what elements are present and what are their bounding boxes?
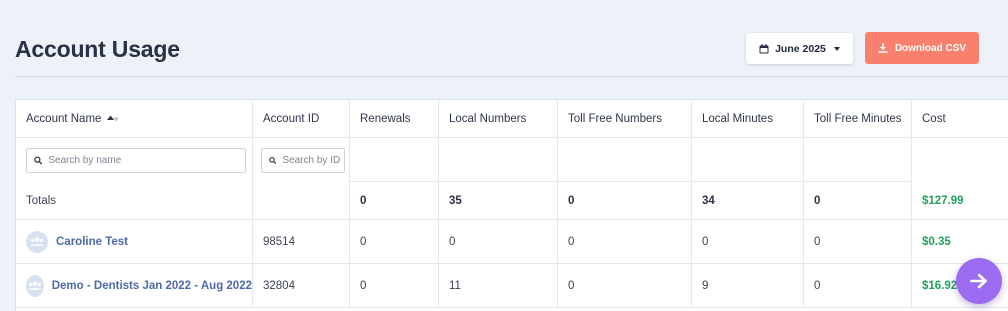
toll-free-numbers-value: 0 xyxy=(558,220,692,264)
table-row: Caroline Test xyxy=(16,220,253,264)
totals-toll-free-numbers: 0 xyxy=(558,182,692,220)
sort-icon[interactable] xyxy=(107,114,120,124)
download-csv-label: Download CSV xyxy=(894,42,967,54)
column-header-local-minutes[interactable]: Local Minutes xyxy=(692,100,804,138)
table-row: Demo - Dentists Jan 2022 - Aug 2022 xyxy=(16,264,253,308)
filter-cell-empty xyxy=(350,138,439,182)
users-icon xyxy=(30,236,44,246)
local-numbers-value: 11 xyxy=(439,264,558,308)
column-header-cost[interactable]: Cost xyxy=(912,100,1008,138)
search-by-id-field[interactable] xyxy=(261,147,345,173)
month-selector-button[interactable]: June 2025 xyxy=(746,33,853,64)
local-numbers-value: 0 xyxy=(439,220,558,264)
name-filter-cell xyxy=(16,138,253,182)
column-header-label: Local Numbers xyxy=(449,112,527,125)
search-by-name-field[interactable] xyxy=(26,147,246,173)
search-by-name-input[interactable] xyxy=(48,154,245,166)
totals-local-numbers: 35 xyxy=(439,182,558,220)
next-floating-button[interactable] xyxy=(956,258,1002,304)
totals-toll-free-minutes: 0 xyxy=(804,182,912,220)
filter-cell-empty xyxy=(692,138,804,182)
download-icon xyxy=(878,43,888,53)
month-selector-label: June 2025 xyxy=(775,42,826,55)
totals-label: Totals xyxy=(26,194,57,207)
account-id: 32804 xyxy=(253,264,350,308)
avatar xyxy=(26,230,48,253)
totals-label-cell: Totals xyxy=(16,182,253,220)
column-header-label: Account Name xyxy=(26,112,102,125)
filter-cell-empty xyxy=(439,138,558,182)
totals-renewals: 0 xyxy=(350,182,439,220)
chevron-down-icon xyxy=(833,46,840,51)
column-header-label: Toll Free Numbers xyxy=(568,112,662,125)
renewals-value: 0 xyxy=(350,264,439,308)
toll-free-numbers-value: 0 xyxy=(558,264,692,308)
avatar xyxy=(26,274,44,297)
arrow-right-icon xyxy=(970,273,987,289)
local-minutes-value: 0 xyxy=(692,220,804,264)
column-header-label: Account ID xyxy=(263,112,320,125)
account-name-link[interactable]: Caroline Test xyxy=(56,236,128,248)
page-title: Account Usage xyxy=(15,36,180,62)
totals-id-cell xyxy=(253,182,350,220)
column-header-label: Toll Free Minutes xyxy=(814,112,902,125)
filter-cell-empty xyxy=(804,138,912,182)
totals-cost: $127.99 xyxy=(912,182,1008,220)
column-header-local-numbers[interactable]: Local Numbers xyxy=(439,100,558,138)
calendar-icon xyxy=(759,43,769,53)
title-divider xyxy=(15,76,1008,77)
download-csv-button[interactable]: Download CSV xyxy=(865,32,979,64)
filter-cell-empty xyxy=(558,138,692,182)
column-header-account-name[interactable]: Account Name xyxy=(16,100,253,138)
column-header-toll-free-numbers[interactable]: Toll Free Numbers xyxy=(558,100,692,138)
local-minutes-value: 9 xyxy=(692,264,804,308)
renewals-value: 0 xyxy=(350,220,439,264)
column-header-toll-free-minutes[interactable]: Toll Free Minutes xyxy=(804,100,912,138)
account-name-link[interactable]: Demo - Dentists Jan 2022 - Aug 2022 xyxy=(52,280,252,292)
toll-free-minutes-value: 0 xyxy=(804,220,912,264)
id-filter-cell xyxy=(253,138,350,182)
users-icon xyxy=(28,280,42,290)
cost-value: $0.35 xyxy=(912,220,1008,264)
column-header-label: Renewals xyxy=(360,112,411,125)
account-id: 98514 xyxy=(253,220,350,264)
column-header-label: Local Minutes xyxy=(702,112,773,125)
column-header-label: Cost xyxy=(922,112,946,125)
account-usage-table: Account Name Account ID Renewals Local N… xyxy=(15,99,1008,311)
totals-local-minutes: 34 xyxy=(692,182,804,220)
filter-cell-empty xyxy=(912,138,1008,182)
column-header-renewals[interactable]: Renewals xyxy=(350,100,439,138)
search-icon xyxy=(34,156,43,165)
column-header-account-id[interactable]: Account ID xyxy=(253,100,350,138)
search-icon xyxy=(269,156,277,164)
toll-free-minutes-value: 0 xyxy=(804,264,912,308)
search-by-id-input[interactable] xyxy=(282,154,344,166)
